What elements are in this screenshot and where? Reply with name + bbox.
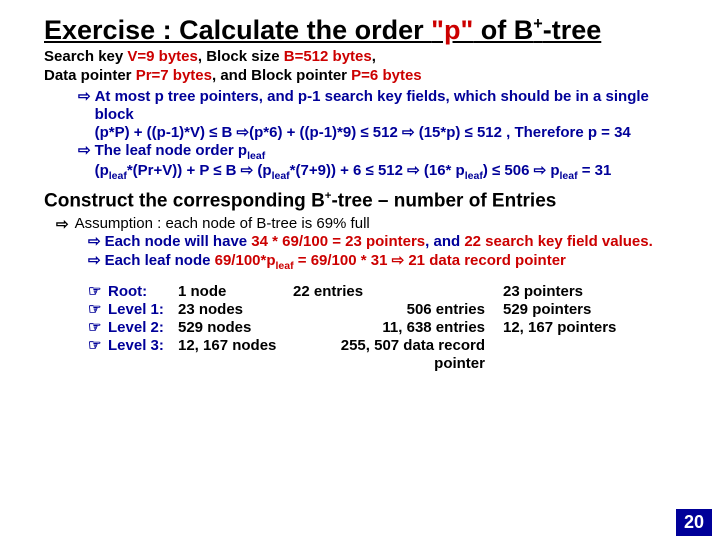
arrow-icon: ⇨ [56, 215, 69, 233]
hand-icon: ☞ [88, 283, 108, 301]
lv1-label: Level 1: [108, 301, 178, 319]
given-l2b: Pr=7 bytes [136, 67, 212, 84]
s2a: Construct the corresponding B [44, 190, 325, 211]
lv0-nodes: 1 node [178, 283, 293, 301]
bullet-list-1: ⇨ At most p tree pointers, and p-1 searc… [78, 88, 680, 183]
title-quoted: "p" [431, 15, 473, 45]
table-row: ☞ Root: 1 node 22 entries 23 pointers [88, 283, 680, 301]
arrow-icon: ⇨ [78, 88, 91, 142]
page-number: 20 [676, 509, 712, 536]
c2-text: Each leaf node 69/100*pleaf = 69/100 * 3… [105, 252, 566, 273]
given-l1e: , [372, 48, 376, 65]
b2a-sub2: leaf [272, 170, 290, 182]
b2a-e: = 31 [578, 162, 612, 179]
table-row: ☞ Level 2: 529 nodes 11, 638 entries 12,… [88, 319, 680, 337]
c1d: 22 search key field values. [464, 233, 652, 250]
b2a-d: ) ≤ 506 ⇨ p [483, 162, 560, 179]
table-row: ☞ Level 3: 12, 167 nodes 255, 507 data r… [88, 337, 680, 373]
b2: The leaf node order p [95, 142, 248, 159]
b2a-a: (p [95, 162, 109, 179]
bullet-c1: ⇨ Each node will have 34 * 69/100 = 23 p… [88, 233, 680, 252]
section-2-heading: Construct the corresponding B+-tree – nu… [44, 189, 680, 213]
bullet-2-text: The leaf node order pleaf (pleaf*(Pr+V))… [95, 142, 612, 183]
title-sup: + [533, 15, 542, 33]
lv3-nodes: 12, 167 nodes [178, 337, 293, 373]
given-l1b: V=9 bytes [127, 48, 197, 65]
b1a: (p*P) + ((p-1)*V) ≤ B ⇨(p*6) + ((p-1)*9)… [95, 124, 631, 141]
slide: Exercise : Calculate the order "p" of B+… [0, 0, 720, 383]
s2b: -tree – number of Entries [331, 190, 556, 211]
given-l1d: B=512 bytes [284, 48, 372, 65]
lv1-ptrs: 529 pointers [503, 301, 680, 319]
lv0-ptrs: 23 pointers [503, 283, 680, 301]
title-post: of B [473, 15, 533, 45]
c1-text: Each node will have 34 * 69/100 = 23 poi… [105, 233, 653, 252]
title-tail: -tree [543, 15, 602, 45]
b2a-sub3: leaf [465, 170, 483, 182]
lv1-nodes: 23 nodes [178, 301, 293, 319]
title: Exercise : Calculate the order "p" of B+… [44, 14, 680, 46]
b2a-sub4: leaf [559, 170, 577, 182]
c1a: Each node will have [105, 233, 252, 250]
hand-icon: ☞ [88, 301, 108, 319]
hand-icon: ☞ [88, 319, 108, 337]
c2b: 69/100*p [215, 252, 276, 269]
b2a-sub1: leaf [109, 170, 127, 182]
given-l2c: , and Block pointer [212, 67, 351, 84]
lv3-label: Level 3: [108, 337, 178, 373]
lv1-entries: 506 entries [293, 301, 503, 319]
assumption: ⇨ Assumption : each node of B-tree is 69… [56, 215, 680, 233]
table-row: ☞ Level 1: 23 nodes 506 entries 529 poin… [88, 301, 680, 319]
bullet-1: ⇨ At most p tree pointers, and p-1 searc… [78, 88, 680, 142]
bullet-list-2: ⇨ Each node will have 34 * 69/100 = 23 p… [88, 233, 680, 273]
bullet-2: ⇨ The leaf node order pleaf (pleaf*(Pr+V… [78, 142, 680, 183]
given-l1a: Search key [44, 48, 127, 65]
bullet-c2: ⇨ Each leaf node 69/100*pleaf = 69/100 *… [88, 252, 680, 273]
c2a: Each leaf node [105, 252, 215, 269]
levels-table: ☞ Root: 1 node 22 entries 23 pointers ☞ … [88, 283, 680, 373]
lv2-entries: 11, 638 entries [293, 319, 503, 337]
assumption-text: Assumption : each node of B-tree is 69% … [75, 215, 370, 233]
c1b: 34 * 69/100 = 23 pointers [251, 233, 425, 250]
lv2-ptrs: 12, 167 pointers [503, 319, 680, 337]
arrow-icon: ⇨ [88, 233, 101, 252]
c2-sub: leaf [276, 260, 294, 272]
c1c: , and [425, 233, 464, 250]
given-l2d: P=6 bytes [351, 67, 421, 84]
hand-icon: ☞ [88, 337, 108, 373]
lv3-entries: 255, 507 data record pointer [293, 337, 503, 373]
lv0-entries: 22 entries [293, 283, 503, 301]
c2b-wrap: 69/100*pleaf [215, 252, 294, 269]
b2a-b: *(Pr+V)) + P ≤ B ⇨ (p [127, 162, 272, 179]
title-pre: Exercise : Calculate the order [44, 15, 431, 45]
arrow-icon: ⇨ [88, 252, 101, 273]
arrow-icon: ⇨ [78, 142, 91, 183]
given-l2a: Data pointer [44, 67, 136, 84]
lv2-label: Level 2: [108, 319, 178, 337]
lv2-nodes: 529 nodes [178, 319, 293, 337]
given-block: Search key V=9 bytes, Block size B=512 b… [44, 48, 680, 86]
lv0-label: Root: [108, 283, 178, 301]
given-l1c: , Block size [198, 48, 284, 65]
b2a-c: *(7+9)) + 6 ≤ 512 ⇨ (16* p [290, 162, 465, 179]
c2c: = 69/100 * 31 ⇨ 21 data record pointer [294, 252, 566, 269]
lv3-ptrs [503, 337, 680, 373]
b1: At most p tree pointers, and p-1 search … [95, 88, 649, 123]
bullet-1-text: At most p tree pointers, and p-1 search … [95, 88, 680, 142]
b2-sub: leaf [247, 150, 265, 162]
